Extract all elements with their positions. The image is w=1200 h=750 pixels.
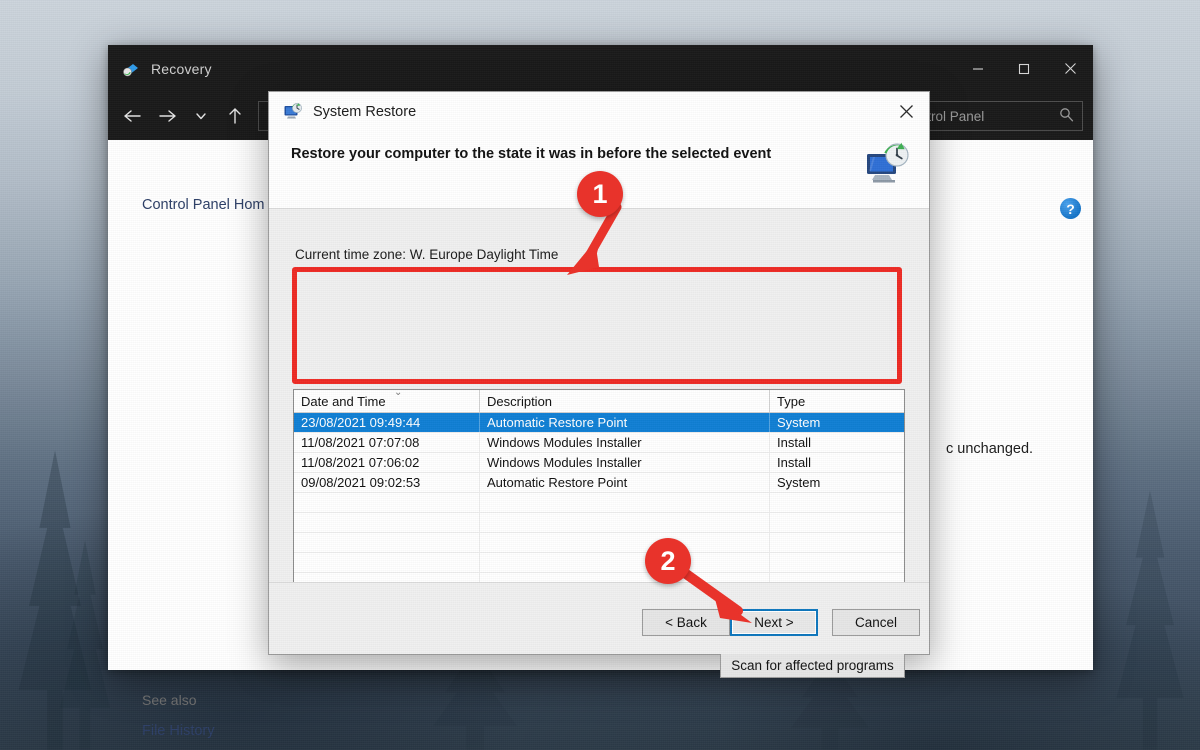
search-icon	[1059, 107, 1074, 125]
table-cell-empty	[769, 513, 904, 532]
tree-silhouette	[1116, 490, 1184, 750]
dialog-close-button[interactable]	[883, 92, 929, 131]
next-button[interactable]: Next >	[730, 609, 818, 636]
table-cell-empty	[479, 513, 769, 532]
table-cell-empty	[294, 533, 479, 552]
table-cell-empty	[294, 513, 479, 532]
table-cell: Windows Modules Installer	[479, 453, 769, 472]
table-row-empty[interactable]	[294, 553, 904, 573]
up-arrow-icon[interactable]	[218, 99, 252, 133]
table-cell-empty	[769, 533, 904, 552]
dialog-title: System Restore	[313, 103, 417, 120]
system-restore-icon	[283, 102, 303, 122]
time-zone-label: Current time zone: W. Europe Daylight Ti…	[295, 247, 559, 262]
column-header-type[interactable]: Type	[769, 390, 904, 412]
table-row[interactable]: 11/08/2021 07:07:08 Windows Modules Insta…	[294, 433, 904, 453]
annotation-badge-1: 1	[577, 171, 623, 217]
table-row[interactable]: 23/08/2021 09:49:44 Automatic Restore Poi…	[294, 413, 904, 433]
back-arrow-icon[interactable]	[116, 99, 150, 133]
scan-for-affected-programs-button[interactable]: Scan for affected programs	[720, 652, 905, 678]
table-cell-empty	[479, 553, 769, 572]
control-panel-home-link[interactable]: Control Panel Hom	[142, 197, 265, 213]
see-also-label: See also	[142, 692, 197, 708]
back-button[interactable]: < Back	[642, 609, 730, 636]
system-restore-large-icon	[863, 141, 911, 189]
table-cell-empty	[294, 553, 479, 572]
table-row-empty[interactable]	[294, 513, 904, 533]
table-cell-empty	[294, 493, 479, 512]
help-icon[interactable]: ?	[1060, 198, 1081, 219]
table-cell: Windows Modules Installer	[479, 433, 769, 452]
annotation-badge-2: 2	[645, 538, 691, 584]
window-controls	[955, 45, 1093, 92]
maximize-button[interactable]	[1001, 45, 1047, 92]
table-cell: System	[769, 413, 904, 432]
truncated-body-text: c unchanged.	[946, 441, 1034, 457]
minimize-button[interactable]	[955, 45, 1001, 92]
table-cell-empty	[479, 493, 769, 512]
close-button[interactable]	[1047, 45, 1093, 92]
column-header-description[interactable]: Description	[479, 390, 769, 412]
table-cell: Automatic Restore Point	[479, 413, 769, 432]
tree-silhouette	[18, 450, 92, 750]
table-row-empty[interactable]	[294, 493, 904, 513]
dialog-title-bar: System Restore	[269, 92, 929, 131]
table-row[interactable]: 11/08/2021 07:06:02 Windows Modules Insta…	[294, 453, 904, 473]
column-header-date-and-time[interactable]: Date and Time ⌄	[294, 390, 479, 412]
table-row-empty[interactable]	[294, 533, 904, 553]
table-cell: Automatic Restore Point	[479, 473, 769, 492]
table-cell: 11/08/2021 07:07:08	[301, 435, 420, 450]
table-cell: 09/08/2021 09:02:53	[301, 475, 421, 490]
table-header-row: Date and Time ⌄ Description Type	[294, 390, 904, 413]
dialog-heading: Restore your computer to the state it wa…	[291, 146, 772, 162]
table-cell-empty	[769, 493, 904, 512]
file-history-link[interactable]: File History	[142, 723, 215, 739]
table-cell-empty	[479, 533, 769, 552]
desktop: Recovery rch Control Panel Control Panel…	[0, 0, 1200, 750]
forward-arrow-icon[interactable]	[150, 99, 184, 133]
recovery-window-title: Recovery	[151, 60, 212, 77]
dialog-content: Current time zone: W. Europe Daylight Ti…	[269, 209, 929, 678]
table-cell: System	[769, 473, 904, 492]
recovery-title-bar: Recovery	[108, 45, 1093, 92]
chevron-down-icon[interactable]	[184, 99, 218, 133]
table-row[interactable]: 09/08/2021 09:02:53 Automatic Restore Poi…	[294, 473, 904, 493]
recovery-app-icon	[122, 60, 140, 78]
table-cell: Install	[769, 453, 904, 472]
dialog-footer: < Back Next > Cancel	[269, 582, 929, 654]
cancel-button[interactable]: Cancel	[832, 609, 920, 636]
table-cell: Install	[769, 433, 904, 452]
table-cell: 11/08/2021 07:06:02	[301, 455, 420, 470]
table-cell: 23/08/2021 09:49:44	[301, 415, 421, 430]
sort-ascending-caret: ⌄	[394, 389, 403, 398]
table-cell-empty	[769, 553, 904, 572]
